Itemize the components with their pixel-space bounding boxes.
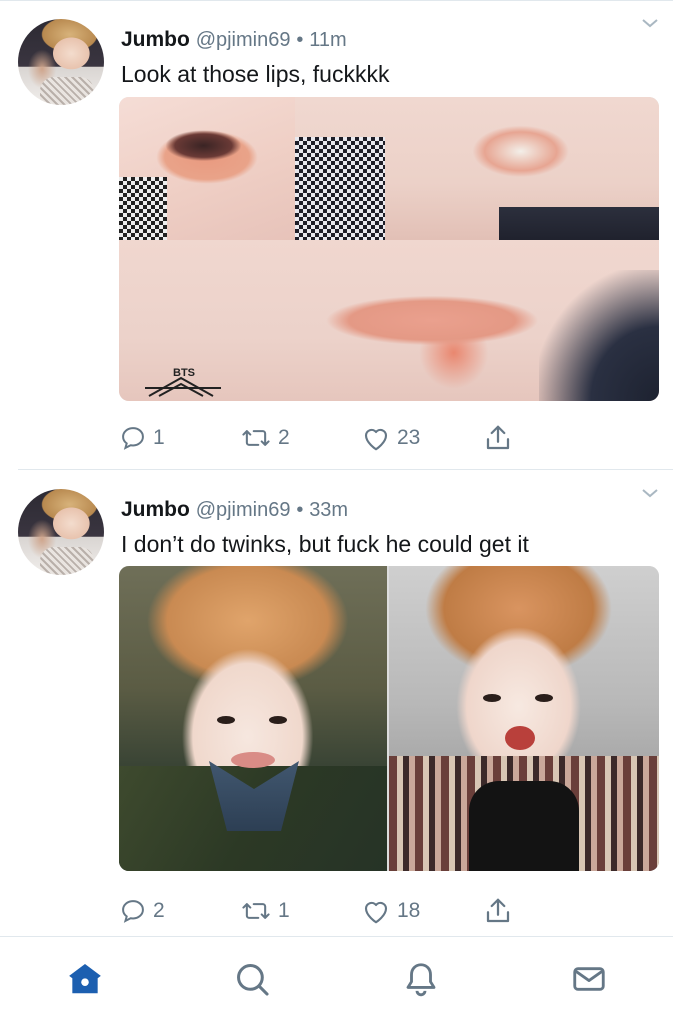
reply-button[interactable]: 2: [119, 896, 165, 926]
tab-home[interactable]: [65, 959, 105, 999]
reply-count: 2: [153, 899, 165, 922]
search-icon: [237, 964, 269, 996]
bottom-tab-bar: [0, 936, 673, 1025]
tab-messages[interactable]: [569, 959, 609, 999]
share-button[interactable]: [483, 423, 513, 453]
retweet-button[interactable]: 2: [240, 423, 290, 453]
tweet[interactable]: Jumbo @pjimin69 • 11m Look at those lips…: [0, 0, 673, 469]
timestamp[interactable]: 33m: [309, 499, 348, 521]
user-handle[interactable]: @pjimin69: [196, 499, 291, 521]
tweet-media[interactable]: BTS: [119, 97, 659, 401]
heart-icon: [364, 428, 388, 451]
like-count: 18: [397, 899, 421, 922]
like-button[interactable]: 18: [361, 896, 420, 926]
reply-count: 1: [153, 426, 165, 449]
tweet-actions: 2 1 18: [0, 896, 673, 926]
tweet-actions: 1 2 23: [0, 423, 673, 453]
display-name[interactable]: Jumbo: [121, 498, 190, 521]
reply-icon: [122, 427, 144, 450]
separator: •: [296, 499, 304, 521]
chevron-down-icon[interactable]: [641, 17, 659, 29]
retweet-icon: [242, 430, 270, 446]
share-icon: [486, 898, 510, 923]
home-icon: [69, 963, 101, 994]
tab-notifications[interactable]: [401, 959, 441, 999]
reply-button[interactable]: 1: [119, 423, 165, 453]
notifications-icon: [406, 963, 436, 997]
tweet-media[interactable]: [119, 566, 659, 871]
avatar[interactable]: [18, 489, 104, 575]
retweet-count: 2: [278, 426, 290, 449]
display-name[interactable]: Jumbo: [121, 28, 190, 51]
tweet-text: Look at those lips, fuckkkk: [121, 61, 390, 87]
share-button[interactable]: [483, 896, 513, 926]
like-count: 23: [397, 426, 421, 449]
retweet-icon: [242, 903, 270, 919]
svg-text:BTS: BTS: [173, 367, 195, 379]
tweet[interactable]: Jumbo @pjimin69 • 33m I don’t do twinks,…: [0, 470, 673, 936]
share-icon: [486, 425, 510, 450]
media-photo: [119, 566, 387, 871]
messages-icon: [573, 967, 605, 991]
retweet-button[interactable]: 1: [240, 896, 290, 926]
retweet-count: 1: [278, 899, 290, 922]
timestamp[interactable]: 11m: [309, 29, 346, 51]
heart-icon: [364, 901, 388, 924]
avatar[interactable]: [18, 19, 104, 105]
chevron-down-icon[interactable]: [641, 487, 659, 499]
like-button[interactable]: 23: [361, 423, 420, 453]
media-photo: [295, 97, 659, 240]
user-handle[interactable]: @pjimin69: [196, 29, 291, 51]
media-photo: [389, 566, 659, 871]
media-photo: [119, 97, 295, 240]
tab-search[interactable]: [232, 959, 272, 999]
tweet-header: Jumbo @pjimin69 • 11m: [121, 27, 347, 53]
tweet-text: I don’t do twinks, but fuck he could get…: [121, 531, 529, 557]
bts-logo: BTS: [145, 367, 221, 397]
separator: •: [296, 29, 304, 51]
media-photo: BTS: [119, 240, 659, 401]
reply-icon: [122, 900, 144, 923]
tweet-header: Jumbo @pjimin69 • 33m: [121, 497, 348, 523]
